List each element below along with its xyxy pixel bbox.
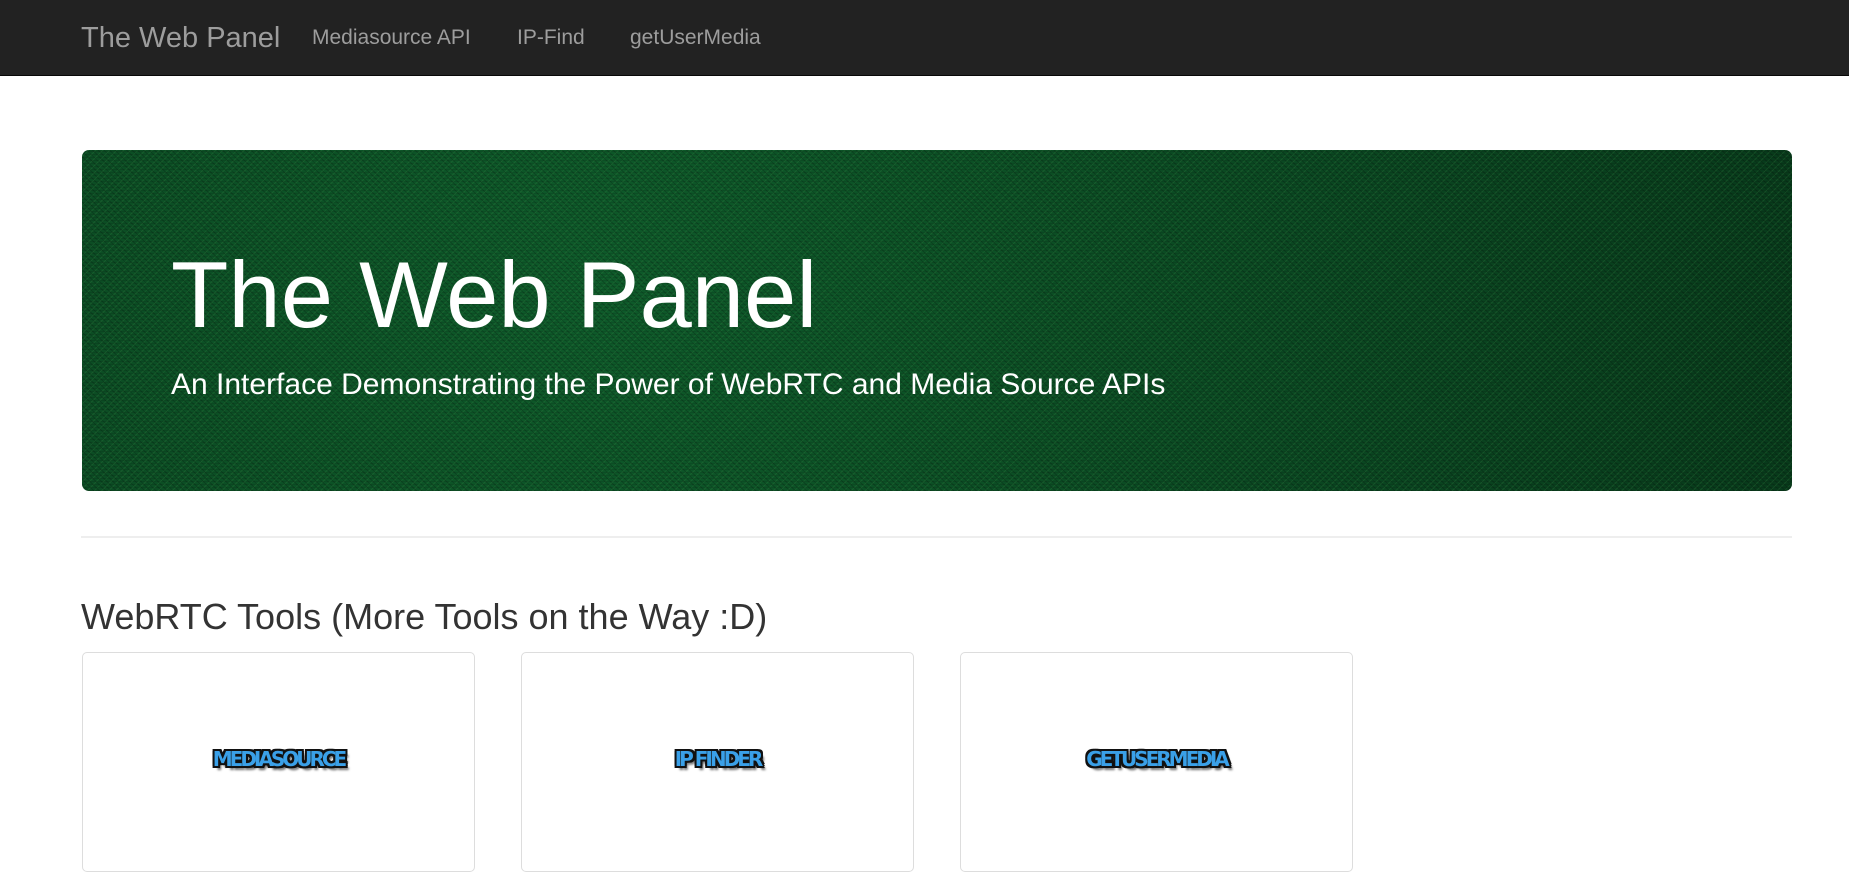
tools-section-heading: WebRTC Tools (More Tools on the Way :D)	[81, 596, 768, 637]
getusermedia-logo: GETUSERMEDIA	[1086, 747, 1230, 771]
ip-finder-logo: IP FINDER	[674, 747, 764, 771]
tool-card-ip-finder[interactable]: IP FINDER	[521, 652, 914, 872]
hero-title: The Web Panel	[171, 242, 818, 347]
top-navbar: The Web Panel Mediasource API IP-Find ge…	[0, 0, 1849, 76]
navbar-brand[interactable]: The Web Panel	[81, 0, 280, 76]
mediasource-logo: MEDIASOURCE	[212, 747, 347, 771]
hero-jumbotron: The Web Panel An Interface Demonstrating…	[82, 150, 1792, 491]
nav-link-ip-find[interactable]: IP-Find	[517, 0, 585, 76]
nav-link-mediasource-api[interactable]: Mediasource API	[312, 0, 471, 76]
tool-card-mediasource[interactable]: MEDIASOURCE	[82, 652, 475, 872]
tool-card-getusermedia[interactable]: GETUSERMEDIA	[960, 652, 1353, 872]
section-divider	[81, 536, 1792, 538]
nav-link-getusermedia[interactable]: getUserMedia	[630, 0, 761, 76]
hero-subtitle: An Interface Demonstrating the Power of …	[171, 368, 1166, 401]
